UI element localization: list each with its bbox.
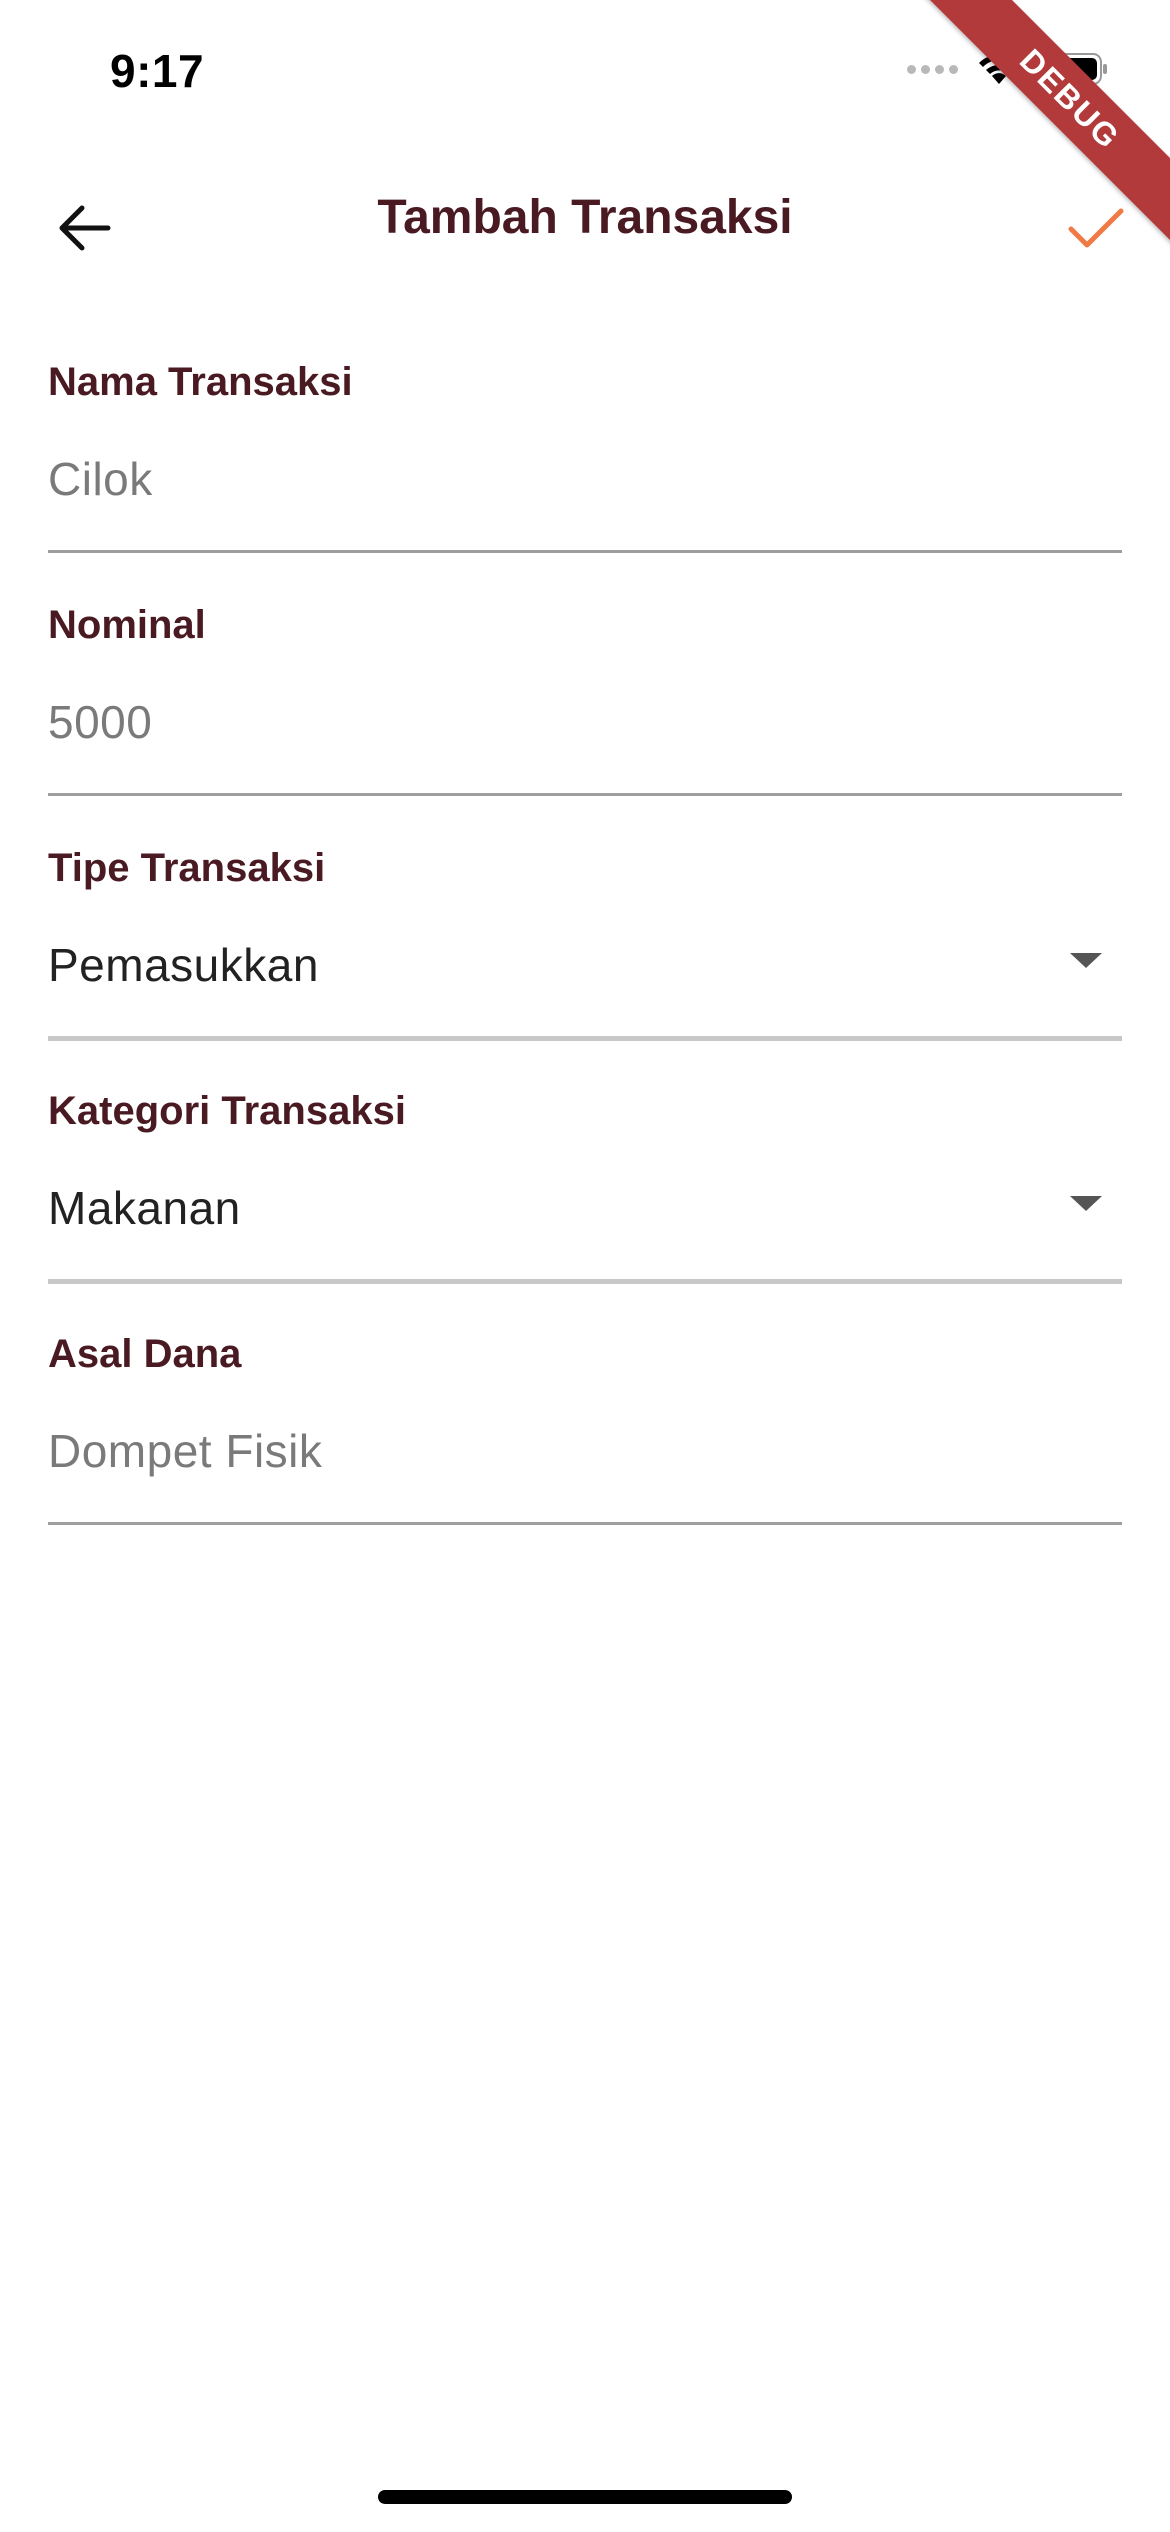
nama-transaksi-input[interactable]: Cilok <box>48 452 153 506</box>
home-indicator[interactable] <box>378 2490 792 2504</box>
field-underline <box>48 793 1122 796</box>
status-time: 9:17 <box>110 45 205 97</box>
kategori-transaksi-label: Kategori Transaksi <box>48 1089 406 1133</box>
confirm-button[interactable] <box>1060 192 1132 264</box>
dropdown-arrow-icon[interactable] <box>1070 953 1102 968</box>
tipe-transaksi-dropdown[interactable]: Pemasukkan <box>48 938 319 992</box>
asal-dana-label: Asal Dana <box>48 1332 242 1376</box>
kategori-transaksi-dropdown[interactable]: Makanan <box>48 1181 241 1235</box>
tipe-transaksi-field[interactable]: Tipe Transaksi Pemasukkan <box>48 838 1122 1081</box>
screen: 9:17 DEBUG Tambah Transaksi Nama Transak… <box>0 0 1170 2532</box>
field-underline <box>48 1279 1122 1284</box>
cellular-signal-icon <box>907 64 958 74</box>
field-underline <box>48 1522 1122 1525</box>
asal-dana-field[interactable]: Asal Dana Dompet Fisik <box>48 1324 1122 1567</box>
field-underline <box>48 550 1122 553</box>
nominal-label: Nominal <box>48 603 206 647</box>
dropdown-arrow-icon[interactable] <box>1070 1196 1102 1211</box>
kategori-transaksi-field[interactable]: Kategori Transaksi Makanan <box>48 1081 1122 1324</box>
check-icon <box>1068 208 1124 248</box>
asal-dana-input[interactable]: Dompet Fisik <box>48 1424 322 1478</box>
field-underline <box>48 1036 1122 1041</box>
nama-transaksi-field[interactable]: Nama Transaksi Cilok <box>48 352 1122 595</box>
nominal-input[interactable]: 5000 <box>48 695 152 749</box>
app-bar: Tambah Transaksi <box>0 170 1170 280</box>
transaction-form: Nama Transaksi Cilok Nominal 5000 Tipe T… <box>48 352 1122 1567</box>
page-title: Tambah Transaksi <box>377 191 793 244</box>
tipe-transaksi-label: Tipe Transaksi <box>48 846 326 890</box>
nominal-field[interactable]: Nominal 5000 <box>48 595 1122 838</box>
nama-transaksi-label: Nama Transaksi <box>48 360 353 404</box>
